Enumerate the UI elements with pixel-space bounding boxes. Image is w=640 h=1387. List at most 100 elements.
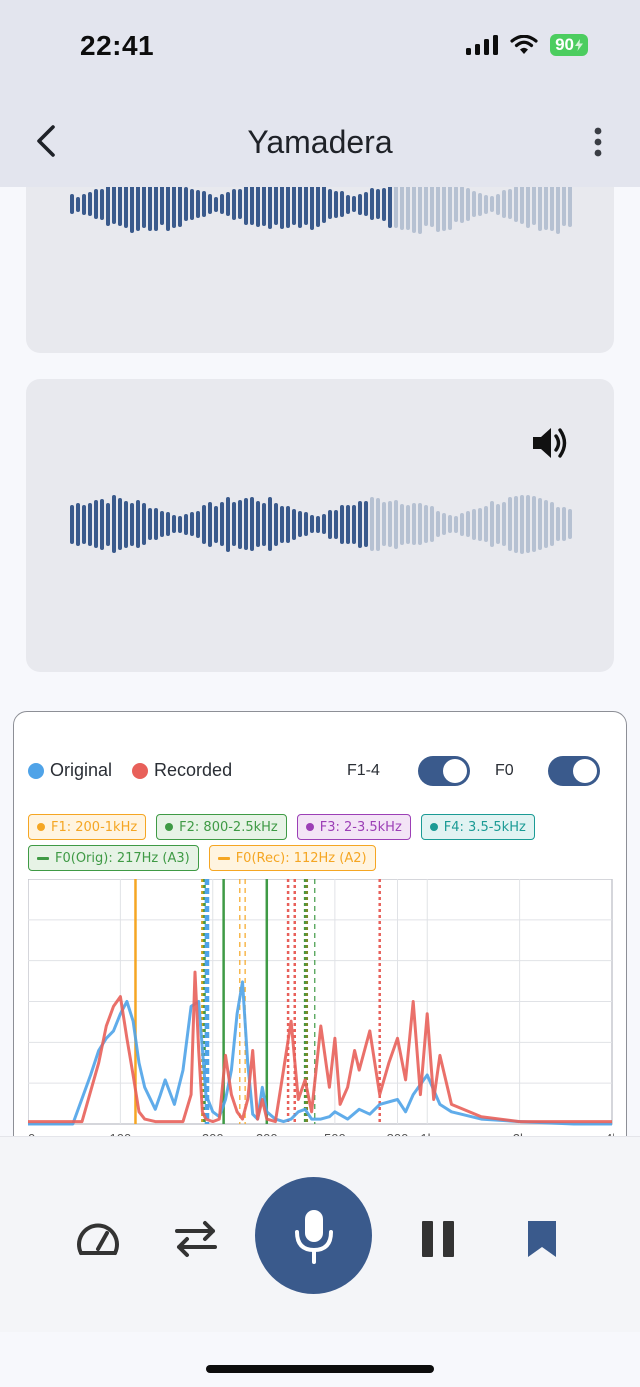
f0-toggle-label: F0 (495, 762, 514, 779)
waveform-bar (124, 180, 128, 228)
legend-label-original: Original (50, 760, 113, 780)
waveform-bar (484, 194, 488, 214)
waveform-bar (214, 505, 218, 543)
microphone-icon (294, 1209, 333, 1264)
waveform-bar (550, 502, 554, 546)
page-title: Yamadera (247, 124, 393, 160)
waveform-bar (340, 504, 344, 544)
waveform-bar (424, 182, 428, 226)
waveform-bar (322, 185, 326, 223)
waveform-bar (460, 512, 464, 536)
waveform-bar (184, 187, 188, 221)
waveform-bar (112, 495, 116, 553)
waveform-bar (334, 509, 338, 539)
waveform-bar (532, 183, 536, 225)
waveform-bar (286, 180, 290, 228)
chip-label: F3: 2-3.5kHz (319, 819, 402, 835)
waveform-bar (94, 500, 98, 548)
f0-toggle[interactable] (547, 756, 600, 786)
waveform-bar (466, 187, 470, 221)
waveform-bar (142, 503, 146, 545)
chip-f2: F2: 800-2.5kHz (156, 814, 287, 840)
toggle-knob (572, 759, 597, 783)
legend-dot-recorded (132, 762, 149, 779)
waveform-bar (118, 498, 122, 550)
waveform-bar (190, 512, 194, 536)
waveform-bar (436, 511, 440, 537)
waveform-bar (352, 504, 356, 544)
waveform-bar (112, 184, 116, 224)
waveform-bar (472, 191, 476, 217)
waveform-bar (514, 186, 518, 222)
waveform-bar (226, 192, 230, 216)
waveform-bar (508, 497, 512, 551)
more-options-button[interactable] (578, 120, 618, 164)
waveform-bar (316, 181, 320, 227)
waveform-bar (304, 512, 308, 536)
swap-button[interactable] (172, 1215, 220, 1263)
waveform-bar (430, 506, 434, 542)
more-vertical-icon (594, 127, 602, 157)
recorded-waveform[interactable] (70, 489, 572, 559)
app-header: 22:41 90 Yamadera (0, 0, 640, 187)
waveform-bar (466, 511, 470, 537)
waveform-bar (490, 196, 494, 212)
waveform-bar (388, 501, 392, 547)
waveform-bar (100, 498, 104, 550)
waveform-bar (406, 504, 410, 544)
waveform-bar (298, 511, 302, 537)
waveform-bar (364, 192, 368, 216)
waveform-bar (514, 495, 518, 553)
waveform-bar (232, 502, 236, 546)
waveform-bar (352, 196, 356, 212)
battery-indicator: 90 (550, 34, 588, 56)
waveform-bar (538, 498, 542, 550)
speed-button[interactable] (74, 1215, 122, 1263)
chip-f1: F1: 200-1kHz (28, 814, 147, 840)
waveform-bar (418, 503, 422, 545)
waveform-bar (478, 192, 482, 216)
pause-button[interactable] (414, 1215, 462, 1263)
chip-label: F0(Rec): 112Hz (A2) (235, 850, 367, 866)
status-time: 22:41 (80, 30, 155, 61)
chip-marker (217, 856, 230, 860)
waveform-bar (358, 193, 362, 215)
waveform-bar (376, 497, 380, 551)
waveform-bar (358, 500, 362, 548)
spectrum-plot: 501002003005008001k2k4k (28, 879, 614, 1146)
record-button[interactable] (255, 1177, 372, 1294)
waveform-bar (502, 502, 506, 546)
waveform-bar (100, 188, 104, 220)
pause-icon (422, 1221, 454, 1257)
wifi-icon (510, 35, 538, 54)
waveform-bar (238, 189, 242, 219)
speaker-button[interactable] (530, 423, 570, 463)
waveform-bar (292, 508, 296, 540)
bookmark-button[interactable] (518, 1215, 566, 1263)
battery-level: 90 (555, 35, 574, 54)
waveform-bar (250, 183, 254, 225)
waveform-bar (448, 515, 452, 533)
waveform-bar (124, 500, 128, 548)
waveform-bar (220, 194, 224, 214)
waveform-bar (286, 505, 290, 543)
waveform-bar (256, 181, 260, 227)
chip-marker (37, 823, 45, 831)
waveform-bar (262, 502, 266, 546)
waveform-bar (478, 507, 482, 541)
recorded-waveform-card[interactable] (26, 379, 614, 672)
waveform-bar (82, 193, 86, 215)
waveform-bar (82, 504, 86, 544)
waveform-bar (562, 507, 566, 541)
waveform-bar (484, 506, 488, 542)
waveform-bar (118, 182, 122, 226)
waveform-bar (526, 180, 530, 228)
formant-toggle[interactable] (417, 756, 470, 786)
waveform-bar (310, 515, 314, 533)
waveform-bar (208, 194, 212, 214)
waveform-bar (490, 501, 494, 547)
waveform-bar (196, 510, 200, 538)
waveform-bar (454, 186, 458, 222)
status-icons: 90 (466, 34, 588, 56)
waveform-bar (424, 505, 428, 543)
